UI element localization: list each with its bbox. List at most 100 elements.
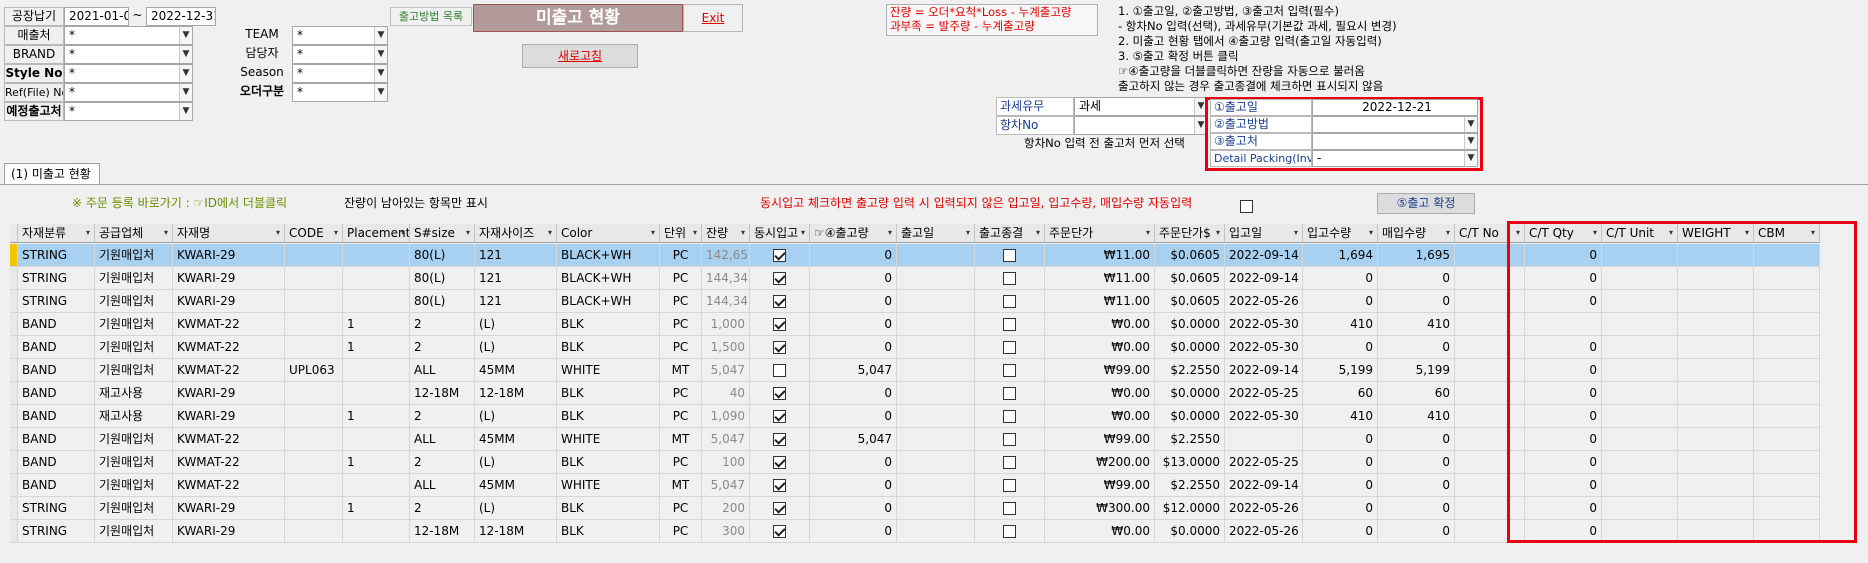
simul-in-checkbox[interactable] <box>773 318 786 331</box>
sort-arrow-icon[interactable]: ▾ <box>1146 224 1150 242</box>
row-selector[interactable] <box>10 244 18 267</box>
date-to-input[interactable]: 2022-12-31 <box>146 7 216 26</box>
chevron-down-icon[interactable]: ▼ <box>1464 134 1477 149</box>
column-header-ship-qty[interactable]: ☞④출고량 ▾ <box>810 224 897 243</box>
ship-close-checkbox[interactable] <box>1003 387 1016 400</box>
cell-ship-close[interactable] <box>975 313 1045 336</box>
ship-method-select[interactable]: ▼ <box>1312 116 1478 133</box>
chevron-down-icon[interactable]: ▼ <box>179 27 192 44</box>
cell-ship-qty[interactable]: 0 <box>810 405 897 428</box>
row-selector[interactable] <box>10 267 18 290</box>
filter-input-team[interactable]: * ▼ <box>292 26 388 45</box>
ship-close-checkbox[interactable] <box>1003 433 1016 446</box>
column-header-ship-close[interactable]: 출고종결 ▾ <box>975 224 1045 243</box>
simul-in-checkbox[interactable] <box>773 387 786 400</box>
chevron-down-icon[interactable]: ▼ <box>374 46 387 63</box>
row-selector[interactable] <box>10 336 18 359</box>
row-selector[interactable] <box>10 451 18 474</box>
cell-ship-qty[interactable]: 0 <box>810 382 897 405</box>
sort-arrow-icon[interactable]: ▾ <box>801 224 805 242</box>
ship-close-checkbox[interactable] <box>1003 318 1016 331</box>
filter-input-season[interactable]: * ▼ <box>292 64 388 83</box>
cell-ship-qty[interactable]: 5,047 <box>810 428 897 451</box>
simultaneous-checkbox[interactable] <box>1240 200 1253 213</box>
cell-ship-close[interactable] <box>975 336 1045 359</box>
column-header-ship-date[interactable]: 출고일 ▾ <box>897 224 975 243</box>
cell-simul-in[interactable] <box>750 474 810 497</box>
chevron-down-icon[interactable]: ▼ <box>179 65 192 82</box>
row-selector[interactable] <box>10 428 18 451</box>
ship-close-checkbox[interactable] <box>1003 272 1016 285</box>
sort-arrow-icon[interactable]: ▾ <box>693 224 697 242</box>
column-header-unit-price[interactable]: 주문단가 ▾ <box>1045 224 1155 243</box>
ship-close-checkbox[interactable] <box>1003 341 1016 354</box>
cell-simul-in[interactable] <box>750 267 810 290</box>
filter-input-style[interactable]: * ▼ <box>64 64 193 83</box>
cell-ship-close[interactable] <box>975 290 1045 313</box>
ship-close-checkbox[interactable] <box>1003 295 1016 308</box>
sort-arrow-icon[interactable]: ▾ <box>334 224 338 242</box>
cell-simul-in[interactable] <box>750 336 810 359</box>
simul-in-checkbox[interactable] <box>773 341 786 354</box>
filter-input-ref[interactable]: * ▼ <box>64 83 193 102</box>
simul-in-checkbox[interactable] <box>773 295 786 308</box>
cell-simul-in[interactable] <box>750 382 810 405</box>
tab-unshipped[interactable]: (1) 미출고 현황 <box>4 163 100 184</box>
simul-in-checkbox[interactable] <box>773 502 786 515</box>
row-selector[interactable] <box>10 520 18 543</box>
cell-simul-in[interactable] <box>750 497 810 520</box>
cell-ship-qty[interactable]: 0 <box>810 313 897 336</box>
sort-arrow-icon[interactable]: ▾ <box>548 224 552 242</box>
chevron-down-icon[interactable]: ▼ <box>374 65 387 82</box>
chevron-down-icon[interactable]: ▼ <box>179 103 192 120</box>
column-header-category[interactable]: 자재분류 ▾ <box>18 224 95 243</box>
cell-ship-close[interactable] <box>975 451 1045 474</box>
column-header-code[interactable]: CODE ▾ <box>285 224 343 243</box>
cell-ship-close[interactable] <box>975 244 1045 267</box>
date-from-input[interactable]: 2021-01-01 <box>64 7 129 26</box>
voyage-select[interactable]: ▼ <box>1074 116 1208 135</box>
column-header-unit-price-usd[interactable]: 주문단가$ ▾ <box>1155 224 1225 243</box>
simul-in-checkbox[interactable] <box>773 479 786 492</box>
simul-in-checkbox[interactable] <box>773 456 786 469</box>
chevron-down-icon[interactable]: ▼ <box>179 84 192 101</box>
chevron-down-icon[interactable]: ▼ <box>374 84 387 101</box>
row-selector[interactable] <box>10 474 18 497</box>
ship-to-select[interactable]: ▼ <box>1312 133 1478 150</box>
cell-ship-qty[interactable]: 0 <box>810 290 897 313</box>
column-header-remaining[interactable]: 잔량 ▾ <box>702 224 750 243</box>
cell-ship-close[interactable] <box>975 359 1045 382</box>
cell-ship-qty[interactable]: 0 <box>810 451 897 474</box>
ship-close-checkbox[interactable] <box>1003 249 1016 262</box>
column-header-simul-in[interactable]: 동시입고 ▾ <box>750 224 810 243</box>
ship-close-checkbox[interactable] <box>1003 364 1016 377</box>
sort-arrow-icon[interactable]: ▾ <box>401 224 405 242</box>
column-header-placement[interactable]: Placement ▾ <box>343 224 410 243</box>
column-header-mat-size[interactable]: 자재사이즈 ▾ <box>475 224 557 243</box>
cell-simul-in[interactable] <box>750 244 810 267</box>
cell-ship-close[interactable] <box>975 267 1045 290</box>
column-header-supplier[interactable]: 공급업체 ▾ <box>95 224 173 243</box>
ship-close-checkbox[interactable] <box>1003 410 1016 423</box>
sort-arrow-icon[interactable]: ▾ <box>1446 224 1450 242</box>
filter-input-dest[interactable]: * ▼ <box>64 102 193 121</box>
ship-close-checkbox[interactable] <box>1003 502 1016 515</box>
filter-input-brand[interactable]: * ▼ <box>64 45 193 64</box>
refresh-button[interactable]: 새로고침 <box>522 44 638 68</box>
filter-input-manager[interactable]: * ▼ <box>292 45 388 64</box>
row-selector[interactable] <box>10 290 18 313</box>
ship-close-checkbox[interactable] <box>1003 525 1016 538</box>
sort-arrow-icon[interactable]: ▾ <box>1216 224 1220 242</box>
sort-arrow-icon[interactable]: ▾ <box>1369 224 1373 242</box>
sort-arrow-icon[interactable]: ▾ <box>86 224 90 242</box>
simul-in-checkbox[interactable] <box>773 433 786 446</box>
chevron-down-icon[interactable]: ▼ <box>374 27 387 44</box>
row-selector[interactable] <box>10 405 18 428</box>
sort-arrow-icon[interactable]: ▾ <box>164 224 168 242</box>
simul-in-checkbox[interactable] <box>773 410 786 423</box>
cell-simul-in[interactable] <box>750 520 810 543</box>
cell-ship-close[interactable] <box>975 474 1045 497</box>
ship-close-checkbox[interactable] <box>1003 456 1016 469</box>
chevron-down-icon[interactable]: ▼ <box>1464 117 1477 132</box>
row-selector[interactable] <box>10 382 18 405</box>
